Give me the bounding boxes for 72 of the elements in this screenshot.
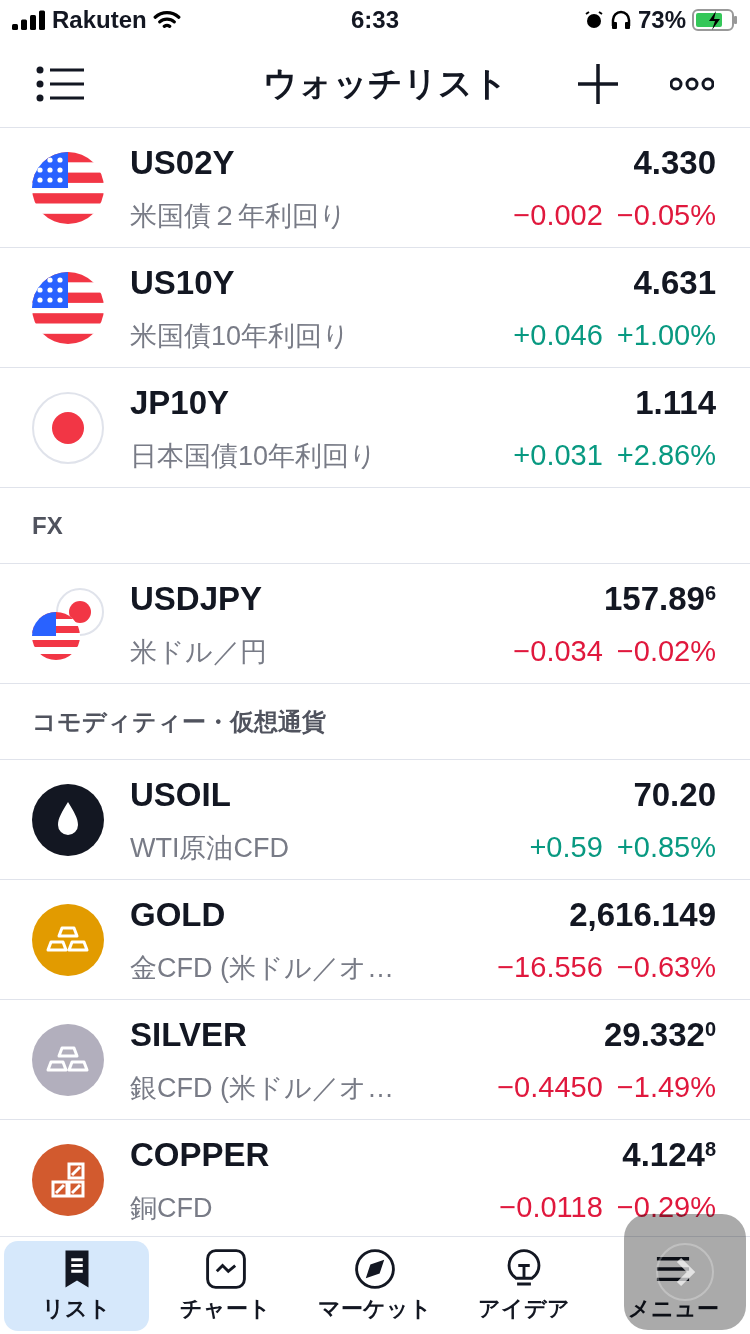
change-value: −0.4450: [497, 1069, 603, 1105]
instrument-name: WTI原油CFD: [130, 831, 289, 865]
change-value: −0.0118: [499, 1189, 603, 1225]
watchlist-row[interactable]: US10Y 4.631 米国債10年利回り +0.046 +1.00%: [0, 248, 750, 368]
list-menu-icon[interactable]: [36, 65, 84, 102]
watchlist-row[interactable]: SILVER 29.332$^{0}$ 銀CFD (米ドル／オ… −0.4450 −1.49%: [0, 1000, 750, 1120]
add-icon[interactable]: [576, 61, 620, 106]
us-flag-icon: [32, 271, 104, 344]
symbol: USOIL: [130, 775, 231, 815]
signal-icon: [12, 10, 46, 30]
instrument-name: 米国債10年利回り: [130, 319, 351, 353]
symbol: SILVER: [130, 1015, 247, 1055]
battery-charging-icon: [692, 9, 738, 31]
status-time: 6:33: [350, 5, 399, 35]
change-percent: −0.63%: [616, 949, 716, 985]
price: 1.114: [635, 383, 716, 423]
instrument-name: 銀CFD (米ドル／オ…: [130, 1071, 394, 1105]
watchlist-row[interactable]: US02Y 4.330 米国債２年利回り −0.002 −0.05%: [0, 128, 750, 248]
symbol: USDJPY: [130, 579, 263, 619]
change-value: −0.002: [513, 197, 603, 233]
change-percent: −0.02%: [616, 633, 716, 669]
symbol: COPPER: [130, 1135, 270, 1175]
price: 4.631: [633, 263, 716, 303]
instrument-name: 銅CFD: [130, 1191, 213, 1225]
tab[interactable]: メニュー: [600, 1240, 746, 1331]
change-percent: +0.85%: [616, 829, 716, 865]
price: 70.20: [633, 775, 716, 815]
instrument-name: 米国債２年利回り: [130, 199, 347, 233]
watchlist-row[interactable]: GOLD 2,616.149 金CFD (米ドル／オ… −16.556 −0.63%: [0, 880, 750, 1000]
change-percent: +1.00%: [616, 317, 716, 353]
page-title: ウォッチリスト: [262, 63, 508, 104]
change-value: +0.046: [513, 317, 603, 353]
change-percent: +2.86%: [616, 437, 716, 473]
compass-icon: [352, 1246, 398, 1292]
us-flag-icon: [32, 151, 104, 224]
battery-percent: 73%: [637, 5, 686, 35]
headphones-icon: [609, 10, 632, 30]
tab[interactable]: マーケット: [302, 1240, 448, 1331]
symbol: US02Y: [130, 143, 235, 183]
instrument-name: 金CFD (米ドル／オ…: [130, 951, 394, 985]
price: 4.124$^{8}$: [622, 1135, 716, 1175]
price: 29.332$^{0}$: [603, 1015, 716, 1055]
symbol: GOLD: [130, 895, 226, 935]
watchlist-row[interactable]: JP10Y 1.114 日本国債10年利回り +0.031 +2.86%: [0, 368, 750, 488]
symbol: US10Y: [130, 263, 235, 303]
change-percent: −0.05%: [616, 197, 716, 233]
price: 157.89$^{6}$: [603, 579, 716, 619]
tab[interactable]: リスト: [4, 1240, 150, 1331]
change-value: −16.556: [497, 949, 603, 985]
currency-pair-icon: [32, 587, 104, 660]
section-heading: FX: [32, 510, 63, 541]
section-heading: コモディティー・仮想通貨: [32, 706, 326, 737]
carrier-name: Rakuten: [52, 5, 147, 35]
change-value: +0.59: [529, 829, 603, 865]
price: 4.330: [633, 143, 716, 183]
alarm-icon: [583, 10, 604, 30]
change-percent: −1.49%: [616, 1069, 716, 1105]
chevron-icon: [655, 1242, 715, 1302]
watchlist-row[interactable]: USDJPY 157.89$^{6}$ 米ドル／円 −0.034 −0.02%: [0, 564, 750, 684]
change-value: +0.031: [513, 437, 603, 473]
instrument-name: 日本国債10年利回り: [130, 439, 378, 473]
price: 2,616.149: [569, 895, 716, 935]
symbol: JP10Y: [130, 383, 230, 423]
tab[interactable]: アイデア: [451, 1240, 597, 1331]
more-icon[interactable]: [670, 76, 714, 91]
change-percent: −0.29%: [616, 1189, 716, 1225]
change-value: −0.034: [513, 633, 603, 669]
watchlist-row[interactable]: USOIL 70.20 WTI原油CFD +0.59 +0.85%: [0, 760, 750, 880]
wifi-icon: [152, 10, 181, 30]
instrument-name: 米ドル／円: [130, 635, 267, 669]
japan-flag-icon: [32, 391, 104, 464]
tab[interactable]: チャート: [153, 1240, 299, 1331]
